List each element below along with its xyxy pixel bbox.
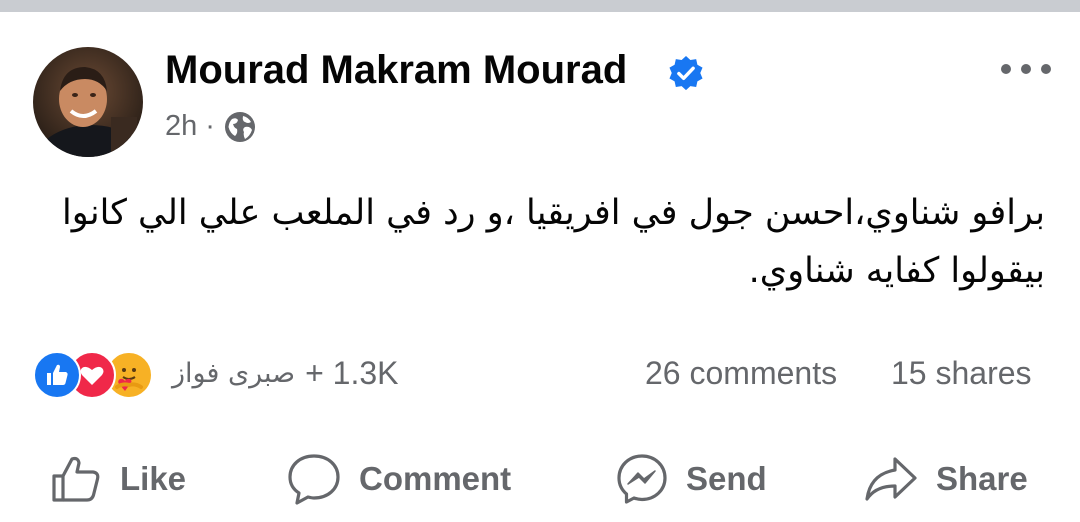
reaction-count: + 1.3K <box>305 355 399 391</box>
share-label: Share <box>936 460 1028 497</box>
thumbs-up-icon <box>52 456 100 502</box>
verified-badge-icon <box>669 55 703 91</box>
like-reaction-icon <box>33 351 81 399</box>
send-button[interactable]: Send <box>614 448 767 510</box>
globe-icon[interactable] <box>224 111 256 143</box>
comment-label: Comment <box>359 460 512 497</box>
share-arrow-icon <box>865 457 917 501</box>
reaction-summary[interactable]: صبرى فواز + 1.3K <box>172 355 399 392</box>
comment-icon <box>288 454 340 505</box>
send-label: Send <box>686 460 767 497</box>
post-timestamp[interactable]: 2h <box>165 110 197 143</box>
share-button[interactable]: Share <box>862 448 1028 510</box>
like-button[interactable]: Like <box>48 448 186 510</box>
meta-separator: · <box>205 110 215 142</box>
comment-button[interactable]: Comment <box>285 448 511 510</box>
messenger-icon <box>617 454 667 504</box>
more-options-icon[interactable] <box>998 58 1054 80</box>
feed-divider <box>0 0 1080 12</box>
reaction-icons[interactable] <box>33 351 153 399</box>
comments-count[interactable]: 26 comments <box>645 355 837 392</box>
shares-count[interactable]: 15 shares <box>891 355 1032 392</box>
like-label: Like <box>120 460 187 497</box>
reactor-name: صبرى فواز <box>172 358 296 389</box>
post-meta: 2h · <box>165 110 256 143</box>
author-avatar[interactable] <box>33 47 143 157</box>
author-name[interactable]: Mourad Makram Mourad <box>165 48 627 93</box>
post-text: برافو شناوي،احسن جول في افريقيا ،و رد في… <box>62 193 1045 291</box>
